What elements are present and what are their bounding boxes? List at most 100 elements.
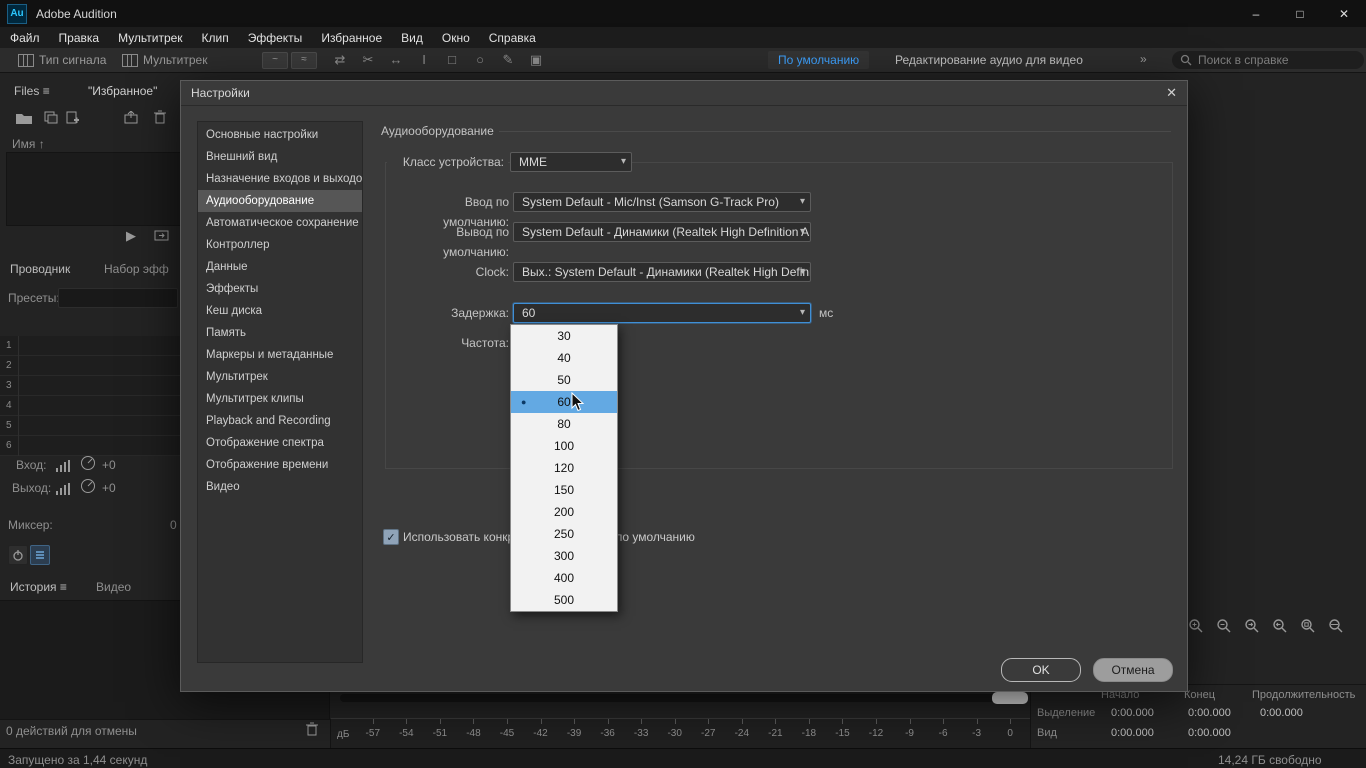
category-item[interactable]: Память bbox=[198, 322, 362, 344]
new-file-icon[interactable] bbox=[66, 111, 79, 124]
default-output-dropdown[interactable]: System Default - Динамики (Realtek High … bbox=[513, 222, 811, 242]
category-item[interactable]: Автоматическое сохранение bbox=[198, 212, 362, 234]
menu-item[interactable]: Окно bbox=[442, 31, 470, 45]
cancel-button[interactable]: Отмена bbox=[1093, 658, 1173, 682]
panel-menu-icon[interactable]: ≡ bbox=[43, 84, 50, 98]
selection-start-value[interactable]: 0:00.000 bbox=[1111, 707, 1154, 719]
latency-option[interactable]: 400 bbox=[511, 567, 617, 589]
menu-item[interactable]: Мультитрек bbox=[118, 31, 182, 45]
workspace-video-editing-button[interactable]: Редактирование аудио для видео bbox=[895, 53, 1083, 67]
scrollbar-handle[interactable] bbox=[992, 692, 1028, 704]
spectral-view-icon[interactable]: ≈ bbox=[291, 52, 317, 69]
latency-option[interactable]: 250 bbox=[511, 523, 617, 545]
zoom-out-horizontal-icon[interactable] bbox=[1272, 618, 1288, 634]
category-item[interactable]: Основные настройки bbox=[198, 124, 362, 146]
files-panel-tab[interactable]: Files ≡ bbox=[14, 84, 50, 98]
loop-export-icon[interactable] bbox=[154, 229, 169, 241]
power-button[interactable] bbox=[8, 545, 28, 565]
dialog-close-icon[interactable]: ✕ bbox=[1166, 85, 1177, 101]
category-item[interactable]: Аудиооборудование bbox=[198, 190, 362, 212]
horizontal-scrollbar[interactable] bbox=[340, 694, 1028, 702]
effects-rack-panel-tab[interactable]: Набор эфф bbox=[104, 262, 169, 276]
device-class-dropdown[interactable]: MME ▾ bbox=[510, 152, 632, 172]
category-item[interactable]: Отображение спектра bbox=[198, 432, 362, 454]
workspace-default-button[interactable]: По умолчанию bbox=[768, 51, 870, 69]
waveform-editor-view-icon[interactable]: ~ bbox=[262, 52, 288, 69]
toolbar-tool-icon[interactable]: ○ bbox=[470, 50, 490, 70]
latency-option[interactable]: 80 bbox=[511, 413, 617, 435]
zoom-out-icon[interactable] bbox=[1216, 618, 1232, 634]
workspace-overflow-button[interactable]: » bbox=[1140, 52, 1147, 66]
clock-dropdown[interactable]: Вых.: System Default - Динамики (Realtek… bbox=[513, 262, 811, 282]
dialog-titlebar[interactable]: Настройки ✕ bbox=[181, 81, 1187, 106]
device-defaults-checkbox[interactable]: ✓ bbox=[383, 529, 399, 545]
menu-item[interactable]: Вид bbox=[401, 31, 423, 45]
minimize-button[interactable]: – bbox=[1234, 0, 1278, 27]
category-item[interactable]: Внешний вид bbox=[198, 146, 362, 168]
zoom-in-horizontal-icon[interactable] bbox=[1244, 618, 1260, 634]
video-panel-tab[interactable]: Видео bbox=[96, 580, 131, 594]
default-input-dropdown[interactable]: System Default - Mic/Inst (Samson G-Trac… bbox=[513, 192, 811, 212]
category-item[interactable]: Отображение времени bbox=[198, 454, 362, 476]
category-item[interactable]: Playback and Recording bbox=[198, 410, 362, 432]
view-end-value[interactable]: 0:00.000 bbox=[1188, 727, 1231, 739]
toolbar-tool-icon[interactable]: ▣ bbox=[526, 50, 546, 70]
latency-option[interactable]: 150 bbox=[511, 479, 617, 501]
presets-dropdown[interactable] bbox=[58, 288, 178, 308]
panel-menu-icon[interactable]: ≡ bbox=[60, 580, 67, 594]
open-folder-icon[interactable] bbox=[16, 112, 32, 124]
category-item[interactable]: Контроллер bbox=[198, 234, 362, 256]
menu-item[interactable]: Избранное bbox=[321, 31, 382, 45]
menu-item[interactable]: Справка bbox=[489, 31, 536, 45]
input-gain-value[interactable]: +0 bbox=[102, 458, 116, 472]
latency-option[interactable]: 50 bbox=[511, 369, 617, 391]
name-column-header[interactable]: Имя ↑ bbox=[12, 137, 45, 151]
history-panel-tab[interactable]: История ≡ bbox=[10, 580, 67, 594]
category-item[interactable]: Мультитрек клипы bbox=[198, 388, 362, 410]
zoom-to-selection-icon[interactable] bbox=[1300, 618, 1316, 634]
zoom-in-icon[interactable] bbox=[1188, 618, 1204, 634]
latency-option[interactable]: 120 bbox=[511, 457, 617, 479]
category-item[interactable]: Мультитрек bbox=[198, 366, 362, 388]
multitrack-button[interactable]: Мультитрек bbox=[122, 51, 207, 69]
toolbar-tool-icon[interactable]: ⇄ bbox=[330, 50, 350, 70]
import-media-icon[interactable] bbox=[44, 111, 58, 124]
toolbar-tool-icon[interactable]: I bbox=[414, 50, 434, 70]
waveform-type-button[interactable]: Тип сигнала bbox=[18, 51, 106, 69]
category-item[interactable]: Маркеры и метаданные bbox=[198, 344, 362, 366]
category-item[interactable]: Эффекты bbox=[198, 278, 362, 300]
close-window-button[interactable]: ✕ bbox=[1322, 0, 1366, 27]
zoom-full-icon[interactable] bbox=[1328, 618, 1344, 634]
maximize-button[interactable]: □ bbox=[1278, 0, 1322, 27]
toolbar-tool-icon[interactable]: ↔ bbox=[386, 50, 406, 70]
category-item[interactable]: Кеш диска bbox=[198, 300, 362, 322]
toolbar-tool-icon[interactable]: □ bbox=[442, 50, 462, 70]
toolbar-tool-icon[interactable]: ✎ bbox=[498, 50, 518, 70]
selection-duration-value[interactable]: 0:00.000 bbox=[1260, 707, 1303, 719]
selection-end-value[interactable]: 0:00.000 bbox=[1188, 707, 1231, 719]
category-item[interactable]: Данные bbox=[198, 256, 362, 278]
menu-item[interactable]: Эффекты bbox=[248, 31, 303, 45]
input-gain-knob[interactable] bbox=[80, 455, 96, 471]
menu-item[interactable]: Клип bbox=[202, 31, 229, 45]
latency-option[interactable]: 500 bbox=[511, 589, 617, 611]
category-item[interactable]: Видео bbox=[198, 476, 362, 498]
explorer-panel-tab[interactable]: Проводник bbox=[10, 262, 70, 276]
toolbar-tool-icon[interactable]: ✂ bbox=[358, 50, 378, 70]
latency-option[interactable]: 30 bbox=[511, 325, 617, 347]
menu-item[interactable]: Правка bbox=[59, 31, 100, 45]
help-search-field[interactable]: Поиск в справке bbox=[1172, 51, 1364, 69]
effects-toggle-button[interactable] bbox=[30, 545, 50, 565]
play-button[interactable]: ▶ bbox=[126, 228, 136, 244]
latency-dropdown[interactable]: 60 ▾ bbox=[513, 303, 811, 323]
trash-icon[interactable] bbox=[154, 110, 166, 124]
latency-option[interactable]: ● 60 bbox=[511, 391, 617, 413]
latency-option[interactable]: 300 bbox=[511, 545, 617, 567]
export-icon[interactable] bbox=[124, 111, 138, 124]
view-start-value[interactable]: 0:00.000 bbox=[1111, 727, 1154, 739]
output-gain-value[interactable]: +0 bbox=[102, 481, 116, 495]
category-item[interactable]: Назначение входов и выходов bbox=[198, 168, 362, 190]
latency-option[interactable]: 40 bbox=[511, 347, 617, 369]
ok-button[interactable]: OK bbox=[1001, 658, 1081, 682]
latency-dropdown-list[interactable]: 30 40 50 ● 60 80 100 120 150 200 250 300 400 500 bbox=[510, 324, 618, 612]
